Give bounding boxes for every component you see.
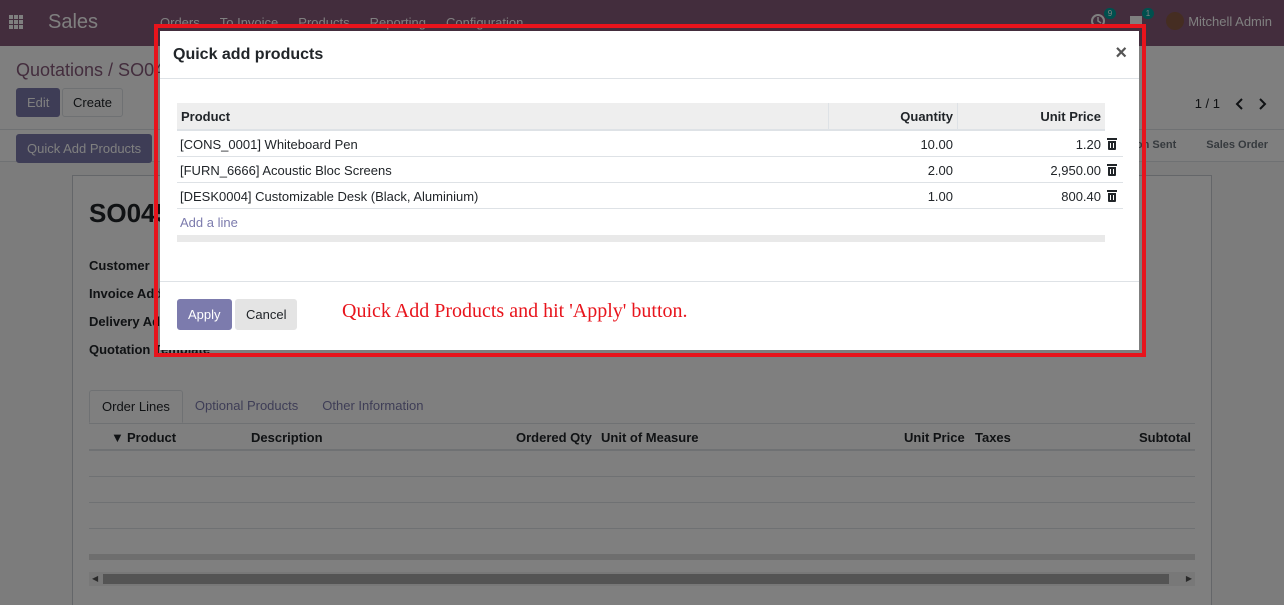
table-row[interactable]: [CONS_0001] Whiteboard Pen 10.00 1.20 xyxy=(177,131,1123,157)
row-unit-price[interactable]: 2,950.00 xyxy=(1050,163,1101,178)
col-quantity[interactable]: Quantity xyxy=(900,109,953,124)
trash-icon[interactable] xyxy=(1107,138,1117,150)
row-quantity[interactable]: 1.00 xyxy=(928,189,953,204)
add-line-link[interactable]: Add a line xyxy=(180,215,238,230)
column-divider xyxy=(957,103,958,129)
products-table-footer xyxy=(177,235,1105,242)
dialog-footer: Apply Cancel Quick Add Products and hit … xyxy=(160,281,1139,350)
col-unit-price[interactable]: Unit Price xyxy=(1040,109,1101,124)
row-product[interactable]: [FURN_6666] Acoustic Bloc Screens xyxy=(180,163,392,178)
apply-button[interactable]: Apply xyxy=(177,299,232,330)
add-line-row: Add a line xyxy=(177,209,1123,235)
row-quantity[interactable]: 2.00 xyxy=(928,163,953,178)
cancel-button[interactable]: Cancel xyxy=(235,299,298,330)
trash-icon[interactable] xyxy=(1107,164,1117,176)
col-product[interactable]: Product xyxy=(181,109,230,124)
row-unit-price[interactable]: 1.20 xyxy=(1076,137,1101,152)
row-product[interactable]: [DESK0004] Customizable Desk (Black, Alu… xyxy=(180,189,478,204)
table-row[interactable]: [FURN_6666] Acoustic Bloc Screens 2.00 2… xyxy=(177,157,1123,183)
row-quantity[interactable]: 10.00 xyxy=(920,137,953,152)
row-unit-price[interactable]: 800.40 xyxy=(1061,189,1101,204)
products-table: Product Quantity Unit Price [CONS_0001] … xyxy=(177,103,1123,242)
row-product[interactable]: [CONS_0001] Whiteboard Pen xyxy=(180,137,358,152)
trash-icon[interactable] xyxy=(1107,190,1117,202)
table-row[interactable]: [DESK0004] Customizable Desk (Black, Alu… xyxy=(177,183,1123,209)
instruction-annotation: Quick Add Products and hit 'Apply' butto… xyxy=(342,300,688,322)
column-divider xyxy=(828,103,829,129)
quick-add-dialog: Quick add products × Product Quantity Un… xyxy=(160,31,1139,350)
products-table-header: Product Quantity Unit Price xyxy=(177,103,1105,131)
close-icon[interactable]: × xyxy=(1115,42,1127,65)
dialog-title: Quick add products xyxy=(173,46,324,63)
dialog-header: Quick add products × xyxy=(160,31,1139,79)
